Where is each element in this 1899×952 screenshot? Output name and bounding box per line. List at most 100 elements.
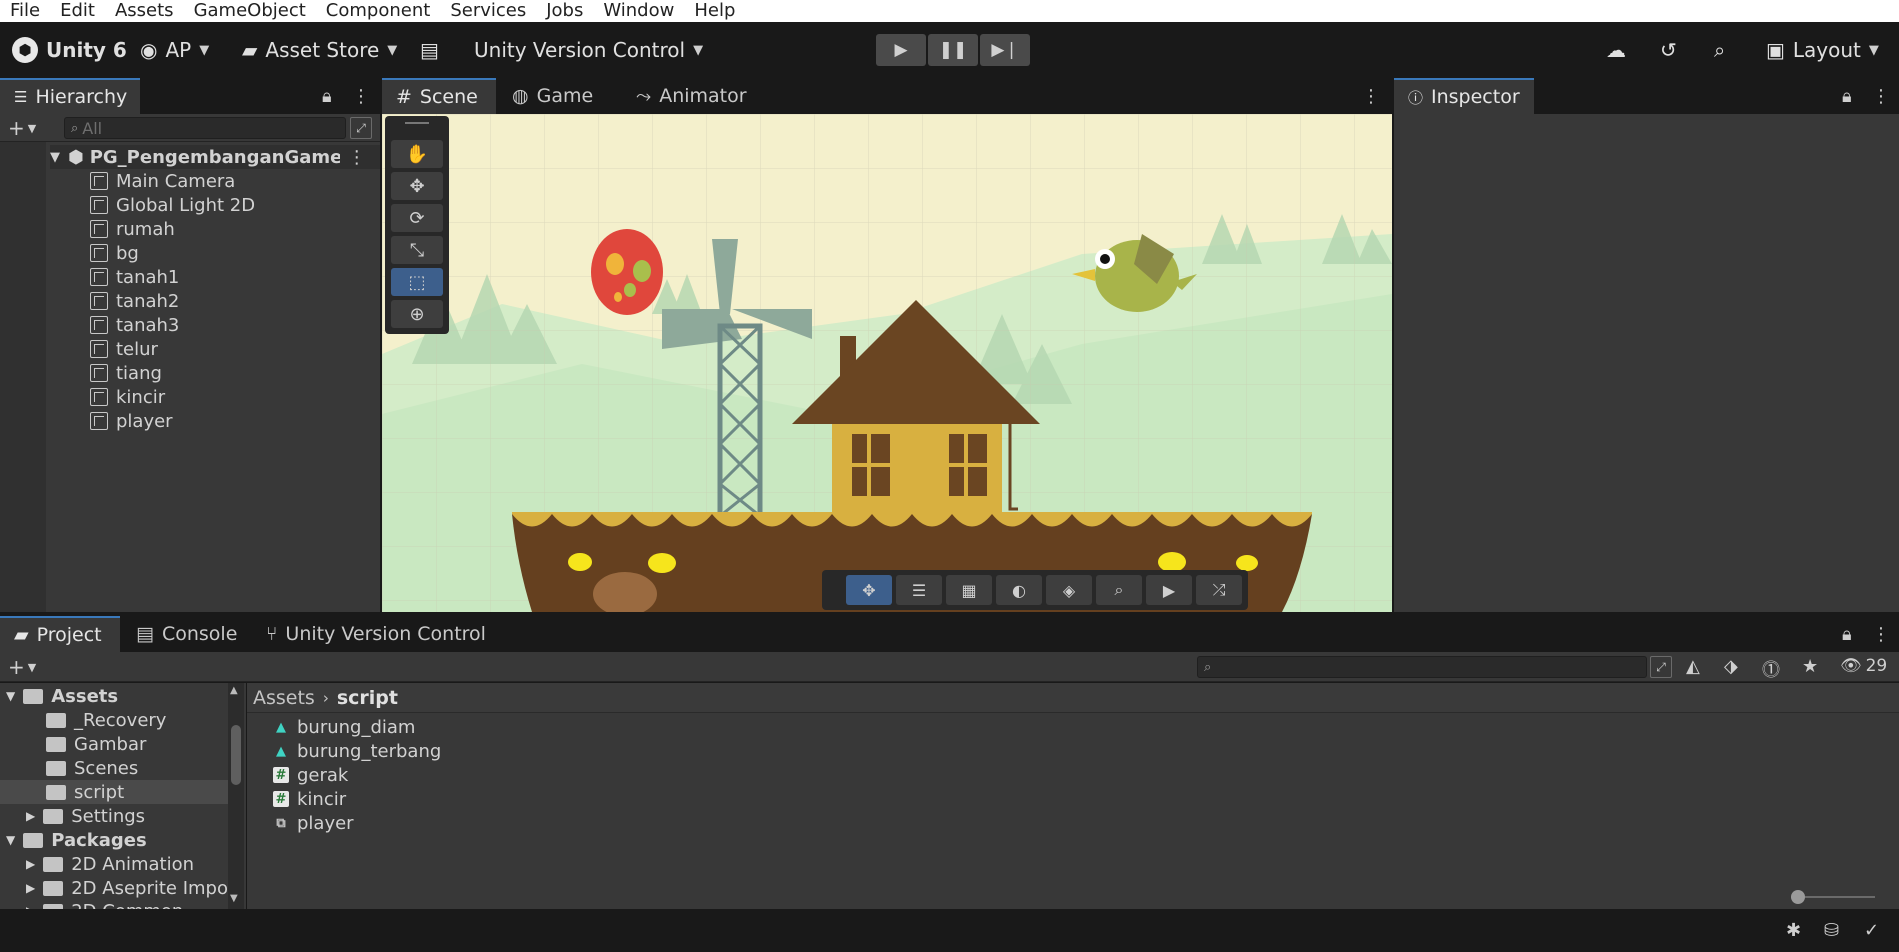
more-options-icon[interactable]: ⋮ <box>1872 86 1890 107</box>
menu-window[interactable]: Window <box>593 0 684 22</box>
more-options-icon[interactable]: ⋮ <box>1872 624 1890 645</box>
breadcrumb-script[interactable]: script <box>337 687 398 709</box>
filter-warning-icon[interactable]: ⓵ <box>1762 656 1780 682</box>
tab-hierarchy[interactable]: ☰ Hierarchy <box>0 78 140 114</box>
tree-item[interactable]: ▶ 2D Animation <box>26 852 194 876</box>
move-overlay-button[interactable]: ✥ <box>846 575 892 605</box>
layout-dropdown[interactable]: ▣ Layout ▼ <box>1766 36 1879 64</box>
hierarchy-item[interactable]: Main Camera <box>90 169 235 193</box>
camera-overlay-button[interactable]: ▶ <box>1146 575 1192 605</box>
tree-item-assets[interactable]: ▼ Assets <box>6 684 118 708</box>
hand-tool-button[interactable]: ✋ <box>391 140 443 168</box>
filter-by-label-icon[interactable]: ⬗ <box>1724 656 1738 677</box>
unity-home-button[interactable]: ⬢ Unity 6 <box>12 36 127 64</box>
tab-animator[interactable]: ⤳ Animator <box>622 78 761 114</box>
lock-icon[interactable]: 🔒︎ <box>1842 86 1852 107</box>
tree-item[interactable]: ▶ Settings <box>26 804 145 828</box>
tree-item[interactable]: ▶ 2D Aseprite Impor <box>26 876 235 900</box>
create-asset-button[interactable]: + ▼ <box>8 655 36 679</box>
menu-edit[interactable]: Edit <box>50 0 105 22</box>
hierarchy-item[interactable]: tanah1 <box>90 265 179 289</box>
palette-grip[interactable] <box>405 122 429 124</box>
tab-project[interactable]: ▰ Project <box>0 616 120 652</box>
tab-scene[interactable]: # Scene <box>382 78 496 114</box>
rotate-tool-button[interactable]: ⟳ <box>391 204 443 232</box>
settings-overlay-button[interactable]: ☰ <box>896 575 942 605</box>
version-control-dropdown[interactable]: Unity Version Control ▼ <box>474 36 703 64</box>
hierarchy-scene-row[interactable]: ▼ ⬢ PG_PengembanganGame_123 ⋮ <box>50 145 380 169</box>
more-options-icon[interactable]: ⋮ <box>1362 86 1380 107</box>
transform-tool-button[interactable]: ⊕ <box>391 300 443 328</box>
shading-overlay-button[interactable]: ◐ <box>996 575 1042 605</box>
tab-inspector[interactable]: ⓘ Inspector <box>1394 78 1534 114</box>
package-manager-button[interactable]: ▤ <box>420 36 439 64</box>
lock-icon[interactable]: 🔒︎ <box>1842 624 1852 645</box>
scroll-down-icon[interactable]: ▼ <box>230 893 238 904</box>
account-dropdown[interactable]: ◉ AP ▼ <box>140 36 209 64</box>
asset-item[interactable]: ▲ burung_diam <box>273 715 415 739</box>
search-button[interactable]: ⌕ <box>1714 36 1725 64</box>
debug-mode-icon[interactable]: ✱ <box>1786 920 1801 941</box>
hierarchy-item[interactable]: rumah <box>90 217 175 241</box>
move-tool-button[interactable]: ✥ <box>391 172 443 200</box>
tree-item[interactable]: ▶ 2D Common <box>26 899 183 909</box>
asset-item[interactable]: # kincir <box>273 787 346 811</box>
menu-file[interactable]: File <box>0 0 50 22</box>
breadcrumb-assets[interactable]: Assets <box>253 687 315 709</box>
filter-by-type-icon[interactable]: ◭ <box>1686 656 1700 677</box>
project-search-input[interactable]: ⌕ <box>1197 656 1647 678</box>
more-options-icon[interactable]: ⋮ <box>352 86 370 107</box>
cache-server-icon[interactable]: ⛁ <box>1824 920 1839 941</box>
hierarchy-item[interactable]: kincir <box>90 385 165 409</box>
scale-tool-button[interactable]: ⤡ <box>391 236 443 264</box>
tree-item-packages[interactable]: ▼ Packages <box>6 828 147 852</box>
tree-item[interactable]: _Recovery <box>46 708 166 732</box>
hierarchy-item[interactable]: player <box>90 409 173 433</box>
shuffle-overlay-button[interactable]: ⤮ <box>1196 575 1242 605</box>
tree-item[interactable]: Scenes <box>46 756 138 780</box>
rect-tool-button[interactable]: ⬚ <box>391 268 443 296</box>
tab-unity-version-control[interactable]: ⑂ Unity Version Control <box>252 616 500 652</box>
asset-store-dropdown[interactable]: ▰ Asset Store ▼ <box>242 36 397 64</box>
scene-viewport[interactable] <box>382 114 1392 612</box>
progress-check-icon[interactable]: ✓ <box>1864 920 1879 941</box>
tab-game[interactable]: ◍ Game <box>498 78 607 114</box>
menu-services[interactable]: Services <box>440 0 536 22</box>
menu-help[interactable]: Help <box>684 0 745 22</box>
step-button[interactable]: ▶❘ <box>980 34 1030 66</box>
tree-item[interactable]: Gambar <box>46 732 146 756</box>
hierarchy-item[interactable]: bg <box>90 241 139 265</box>
hierarchy-item[interactable]: tanah2 <box>90 289 179 313</box>
hidden-packages-counter[interactable]: 👁︎ 29 <box>1840 656 1887 676</box>
asset-item[interactable]: ▲ burung_terbang <box>273 739 441 763</box>
hierarchy-item[interactable]: telur <box>90 337 158 361</box>
search-scope-icon[interactable]: ⤢ <box>1650 656 1672 678</box>
favorites-star-icon[interactable]: ★ <box>1802 656 1818 677</box>
cloud-button[interactable]: ☁ <box>1606 36 1626 64</box>
zoom-overlay-button[interactable]: ⌕ <box>1096 575 1142 605</box>
tree-item-selected[interactable]: script <box>0 780 228 804</box>
menu-gameobject[interactable]: GameObject <box>184 0 316 22</box>
menu-component[interactable]: Component <box>316 0 441 22</box>
menu-assets[interactable]: Assets <box>105 0 184 22</box>
add-object-button[interactable]: + ▼ <box>8 116 36 140</box>
icon-size-slider-thumb[interactable] <box>1791 890 1805 904</box>
tab-console[interactable]: ▤ Console <box>122 616 251 652</box>
lock-icon[interactable]: 🔒︎ <box>322 86 332 107</box>
project-tree-scrollbar[interactable]: ▲ ▼ <box>228 683 244 909</box>
layers-overlay-button[interactable]: ◈ <box>1046 575 1092 605</box>
hierarchy-item[interactable]: Global Light 2D <box>90 193 255 217</box>
scroll-up-icon[interactable]: ▲ <box>230 685 238 696</box>
pause-button[interactable]: ❚❚ <box>928 34 978 66</box>
play-button[interactable]: ▶ <box>876 34 926 66</box>
asset-item[interactable]: ⧉ player <box>273 811 353 835</box>
more-options-icon[interactable]: ⋮ <box>348 147 366 168</box>
hierarchy-item[interactable]: tanah3 <box>90 313 179 337</box>
hierarchy-search-input[interactable]: ⌕ All <box>64 117 346 139</box>
scrollbar-thumb[interactable] <box>231 725 241 785</box>
hierarchy-item[interactable]: tiang <box>90 361 162 385</box>
grid-overlay-button[interactable]: ▦ <box>946 575 992 605</box>
menu-jobs[interactable]: Jobs <box>536 0 593 22</box>
scene-visibility-icon[interactable]: ⤢ <box>350 117 372 139</box>
asset-item[interactable]: # gerak <box>273 763 348 787</box>
